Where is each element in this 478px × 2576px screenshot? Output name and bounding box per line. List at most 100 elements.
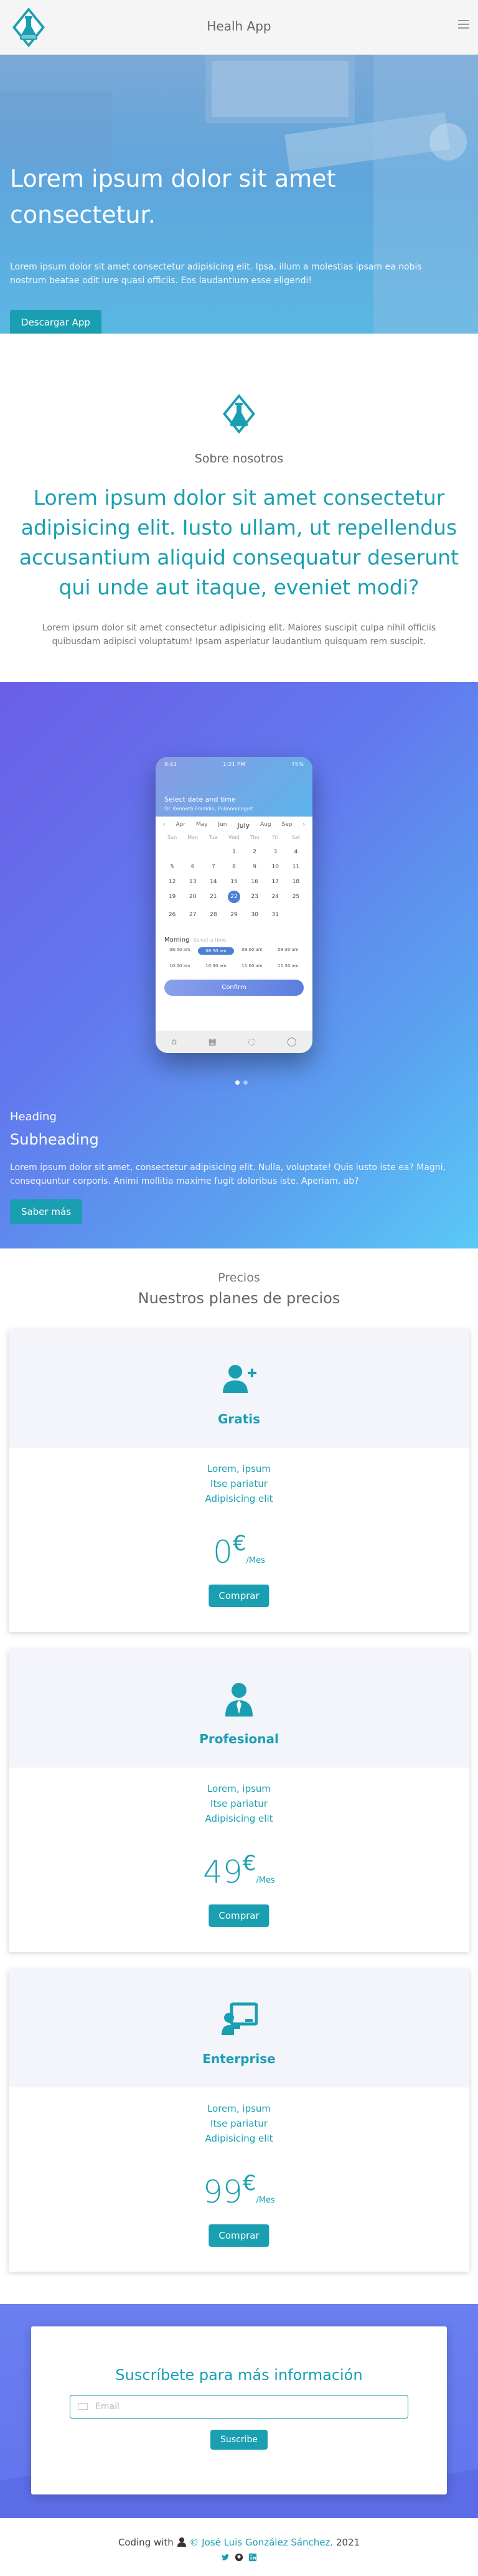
plan-price-value: 0 (213, 1534, 233, 1570)
phone-day: 27 (189, 912, 197, 918)
phone-day-name: Thu (250, 835, 260, 840)
about-text: Lorem ipsum dolor sit amet consectetur a… (42, 623, 436, 647)
learn-more-button[interactable]: Saber más (10, 1199, 83, 1224)
phone-month: July (237, 822, 250, 830)
about-title: Lorem ipsum dolor sit amet consectetur a… (19, 485, 459, 599)
plan-price: 49€/Mes (9, 1851, 469, 1890)
phone-time-slots: 08:00 am 08:30 am 09:00 am 09:30 am 10:00 am… (156, 947, 312, 968)
footer: Coding with © José Luis González Sánchez… (0, 2518, 478, 2576)
plan-feature: Adipisicing elit (205, 1493, 273, 1504)
subscribe-title: Suscríbete para más información (115, 2366, 363, 2384)
buy-gratis-button[interactable]: Comprar (209, 1585, 269, 1607)
phone-month: Apr (176, 822, 186, 828)
plan-feature: Adipisicing elit (205, 2133, 273, 2144)
buy-enterprise-button[interactable]: Comprar (209, 2224, 269, 2247)
plan-features: Lorem, ipsum Itse pariatur Adipisicing e… (9, 1768, 469, 1826)
buy-profesional-button[interactable]: Comprar (209, 1904, 269, 1927)
plan-feature: Adipisicing elit (205, 1813, 273, 1824)
phone-header: 9:41 1:21 PM 75% Select date and time Dr… (156, 757, 312, 817)
profile-icon: ◯ (287, 1037, 297, 1047)
phone-day: 13 (189, 879, 197, 885)
plan-price-period: /Mes (246, 1556, 265, 1565)
pricing-card-profesional: Profesional Lorem, ipsum Itse pariatur A… (9, 1649, 469, 1952)
pricing-card-header: Enterprise (9, 1969, 469, 2087)
hamburger-menu-icon[interactable] (458, 20, 469, 29)
github-icon[interactable] (235, 2553, 243, 2562)
pricing-card-gratis: Gratis Lorem, ipsum Itse pariatur Adipis… (9, 1329, 469, 1632)
envelope-icon (78, 2403, 88, 2410)
phone-day: 7 (211, 864, 215, 870)
phone-day-name: Fri (272, 835, 279, 840)
phone-tab-bar: ⌂ ▦ ◌ ◯ (156, 1031, 312, 1053)
phone-day: 28 (210, 912, 217, 918)
phone-day (162, 849, 182, 855)
plan-name: Gratis (217, 1412, 261, 1426)
app-brand[interactable]: Healh App (0, 19, 478, 34)
subscribe-section: Suscríbete para más información Email Su… (0, 2304, 478, 2518)
plan-feature: Lorem, ipsum (207, 1463, 271, 1474)
prev-month-icon: ‹ (163, 822, 166, 828)
about-eyebrow: Sobre nosotros (194, 452, 284, 466)
plan-price-currency: € (242, 2171, 256, 2196)
plan-feature: Itse pariatur (210, 1798, 268, 1809)
phone-day: 8 (232, 864, 236, 870)
footer-author[interactable]: José Luis González Sánchez. (202, 2537, 333, 2548)
phone-time-slot: 11:00 am (241, 963, 263, 968)
plan-name: Enterprise (202, 2051, 276, 2066)
pricing-card-header: Gratis (9, 1329, 469, 1448)
plan-price-currency: € (232, 1531, 246, 1556)
phone-day: 26 (168, 912, 176, 918)
phone-period-label: Morning (164, 937, 190, 944)
plan-price: 0€/Mes (9, 1531, 469, 1570)
twitter-icon[interactable] (221, 2553, 230, 2562)
download-app-button[interactable]: Descargar App (10, 310, 101, 334)
home-icon: ⌂ (171, 1037, 177, 1047)
phone-period: Morning Select a time (156, 927, 312, 947)
plan-name: Profesional (199, 1731, 279, 1746)
email-input[interactable]: Email (70, 2395, 408, 2419)
phone-day (182, 849, 203, 855)
phone-month: Jun (218, 822, 227, 828)
footer-copyright: © (189, 2537, 199, 2548)
phone-day: 23 (251, 894, 258, 900)
phone-day: 1 (232, 849, 236, 855)
phone-day-name: Sun (167, 835, 177, 840)
feature-section: 9:41 1:21 PM 75% Select date and time Dr… (0, 682, 478, 1248)
plan-feature: Lorem, ipsum (207, 2103, 271, 2114)
phone-day-name: Tue (209, 835, 218, 840)
about-section: Sobre nosotros Lorem ipsum dolor sit ame… (0, 334, 478, 682)
developer-icon (177, 2537, 186, 2547)
plan-price-period: /Mes (256, 1876, 275, 1885)
subscribe-card: Suscríbete para más información Email Su… (31, 2326, 447, 2494)
phone-month: May (195, 822, 208, 828)
subscribe-button[interactable]: Suscribe (210, 2430, 268, 2450)
plan-feature: Lorem, ipsum (207, 1783, 271, 1794)
carousel-indicators (235, 1080, 248, 1085)
phone-day-name: Wed (228, 835, 240, 840)
plan-features: Lorem, ipsum Itse pariatur Adipisicing e… (9, 1448, 469, 1506)
hero-title: Lorem ipsum dolor sit amet consectetur. (10, 165, 336, 228)
carousel-dot-1[interactable] (235, 1080, 240, 1085)
feature-description: Lorem ipsum dolor sit amet, consectetur … (10, 1163, 446, 1186)
pricing-eyebrow: Precios (218, 1271, 260, 1285)
phone-time-slot: 10:30 am (205, 963, 227, 968)
phone-day: 15 (230, 879, 238, 885)
phone-day-name: Mon (187, 835, 199, 840)
phone-confirm-button: Confirm (164, 980, 304, 996)
hero-section: Lorem ipsum dolor sit amet consectetur. … (0, 55, 478, 334)
linkedin-icon[interactable] (248, 2553, 257, 2562)
footer-prefix: Coding with (118, 2537, 174, 2548)
pricing-section: Precios Nuestros planes de precios Grati… (0, 1248, 478, 2272)
calendar-icon: ▦ (208, 1037, 217, 1047)
pricing-card-enterprise: Enterprise Lorem, ipsum Itse pariatur Ad… (9, 1969, 469, 2272)
carousel-dot-2[interactable] (243, 1080, 248, 1085)
phone-day: 19 (168, 894, 176, 900)
phone-day: 16 (251, 879, 258, 885)
phone-period-note: Select a time (193, 937, 227, 943)
feature-subheading: Subheading (10, 1131, 99, 1148)
feature-heading: Heading (10, 1110, 57, 1123)
phone-status-bar: 9:41 1:21 PM 75% (164, 762, 304, 768)
next-month-icon: › (302, 822, 305, 828)
phone-day: 5 (170, 864, 174, 870)
plan-features: Lorem, ipsum Itse pariatur Adipisicing e… (9, 2087, 469, 2146)
